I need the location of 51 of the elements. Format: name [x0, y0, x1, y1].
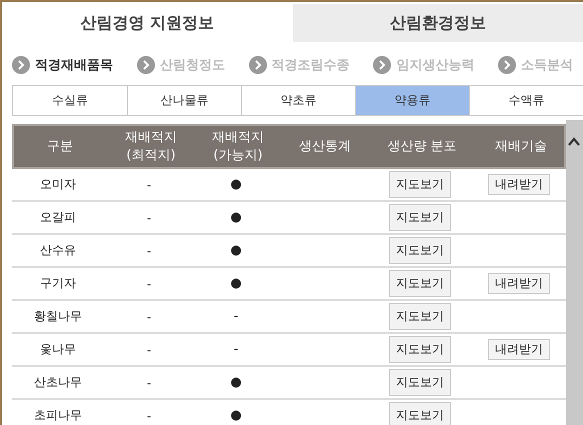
table-cell: ●	[230, 210, 242, 225]
table-cell: -	[146, 342, 152, 356]
table-cell: -	[146, 210, 152, 224]
map-view-button[interactable]: 지도보기	[389, 204, 451, 231]
map-view-button[interactable]: 지도보기	[389, 237, 451, 264]
table-cell: -	[234, 309, 238, 324]
map-view-button[interactable]: 지도보기	[389, 369, 451, 396]
table-cell: ●	[230, 276, 242, 291]
map-view-button[interactable]: 지도보기	[389, 303, 451, 330]
table-cell: -	[146, 408, 152, 422]
chevron-circle-icon	[12, 56, 30, 74]
map-view-button[interactable]: 지도보기	[389, 270, 451, 297]
table-cell: -	[234, 342, 238, 357]
table-cell: 산수유	[40, 242, 76, 259]
table-cell: -	[146, 376, 152, 390]
table-cell: 초피나무	[34, 407, 82, 424]
table-cell: ●	[230, 243, 242, 258]
table-cell: ●	[230, 375, 242, 390]
map-view-button[interactable]: 지도보기	[389, 402, 451, 425]
table-cell: 옻나무	[40, 341, 76, 358]
table-cell: -	[146, 178, 152, 192]
chevron-circle-icon	[248, 56, 266, 74]
table-cell: ●	[230, 408, 242, 423]
table-cell: 황칠나무	[34, 308, 82, 325]
table-cell: -	[146, 310, 152, 324]
column-header: 재배기술	[495, 138, 547, 156]
scroll-up-icon[interactable]	[567, 136, 581, 148]
column-header: 생산통계	[299, 138, 351, 156]
scrollbar[interactable]	[566, 120, 583, 425]
table-cell: 오미자	[40, 176, 76, 193]
section-tab[interactable]: 산림환경정보	[292, 4, 583, 42]
download-button[interactable]: 내려받기	[488, 174, 550, 195]
column-header: 생산량 분포	[387, 138, 457, 156]
table-cell: -	[146, 276, 152, 290]
chevron-circle-icon	[373, 56, 392, 74]
download-button[interactable]: 내려받기	[488, 339, 550, 360]
category-tab[interactable]: 약용류	[355, 86, 469, 115]
map-view-button[interactable]: 지도보기	[389, 336, 451, 363]
column-header: 재배적지 (가능지)	[212, 128, 264, 164]
table-cell: 구기자	[40, 275, 76, 292]
table-cell: 오갈피	[40, 209, 76, 226]
chevron-circle-icon	[498, 56, 516, 74]
table-cell: -	[146, 244, 152, 258]
table-cell: 산초나무	[34, 374, 82, 391]
column-header: 구분	[47, 138, 73, 156]
download-button[interactable]: 내려받기	[488, 273, 550, 294]
chevron-circle-icon	[136, 56, 155, 74]
column-header: 재배적지 (최적지)	[125, 128, 177, 164]
map-view-button[interactable]: 지도보기	[389, 171, 451, 198]
step-link[interactable]: 적경재배품목	[12, 56, 113, 74]
table-cell: ●	[230, 177, 242, 192]
